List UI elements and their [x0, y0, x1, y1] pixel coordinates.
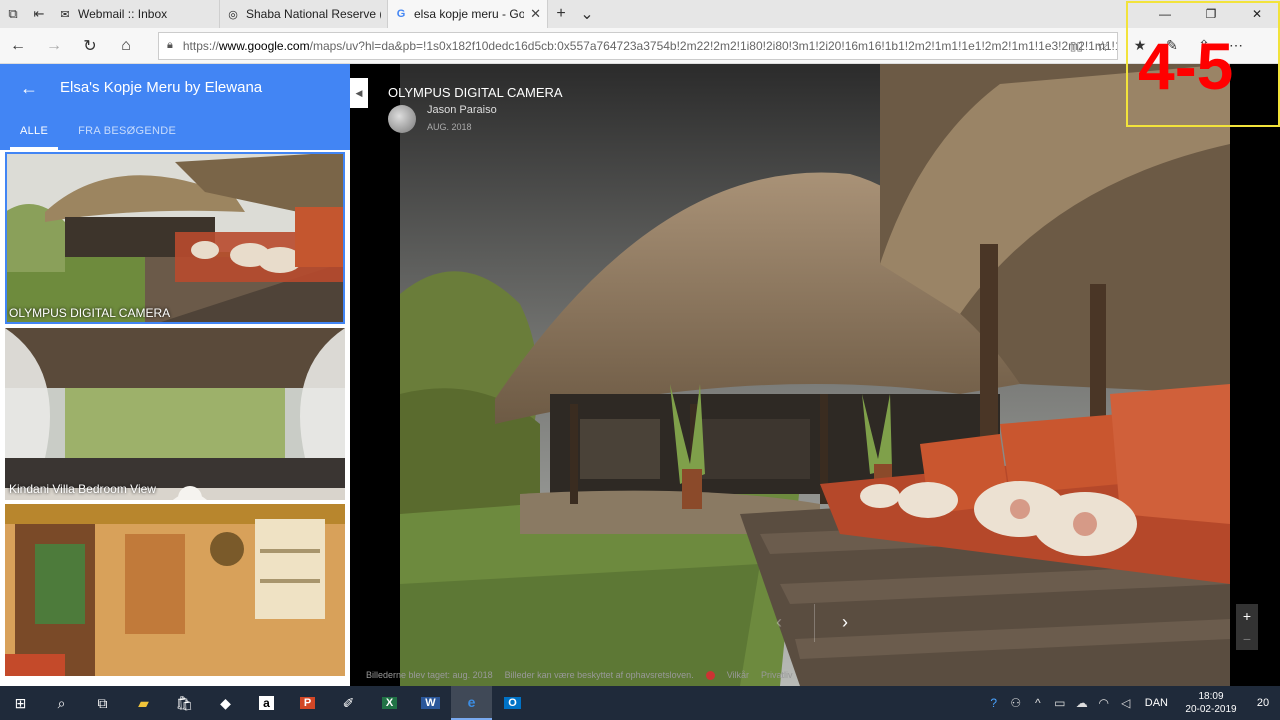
tab-from-visitors[interactable]: FRA BESØGENDE — [68, 116, 186, 150]
interior-photo-image — [5, 504, 345, 676]
browser-tab-shaba[interactable]: ◎ Shaba National Reserve (Sar — [220, 0, 388, 28]
url-scheme: https:// — [182, 38, 219, 53]
place-title: Elsa's Kopje Meru by Elewana — [60, 79, 263, 96]
battery-icon[interactable]: ▭ — [1049, 696, 1071, 710]
google-icon: G — [396, 8, 406, 20]
forward-icon[interactable]: → — [36, 28, 72, 64]
chevron-right-icon[interactable]: › — [842, 612, 848, 633]
photo-date: AUG. 2018 — [427, 122, 472, 132]
author-avatar[interactable] — [388, 105, 416, 133]
bedroom-photo-image — [5, 328, 345, 500]
url-host: www.google.com — [218, 38, 310, 53]
photo-author[interactable]: Jason Paraiso — [427, 104, 497, 116]
photo-taken-date: Billederne blev taget: aug. 2018 — [366, 670, 493, 680]
main-photo[interactable] — [400, 64, 1230, 686]
zoom-in-icon[interactable]: + — [1243, 608, 1251, 624]
tab-label: Shaba National Reserve (Sar — [246, 7, 381, 21]
annotation-box: 4-5 — [1126, 1, 1280, 127]
store-icon[interactable]: 🛍︎ — [164, 686, 205, 720]
url-path: /maps/uv?hl=da&pb=!1s0x182f10dedc16d5cb:… — [309, 38, 1118, 53]
photo-thumbnail[interactable] — [5, 504, 345, 676]
close-tab-icon[interactable]: ✕ — [530, 6, 541, 22]
sidebar-header: ← Elsa's Kopje Meru by Elewana ALLE FRA … — [0, 64, 350, 150]
tab-all[interactable]: ALLE — [10, 116, 59, 150]
search-icon[interactable]: ⌕ — [41, 686, 82, 720]
amazon-icon[interactable]: a — [246, 686, 287, 720]
back-arrow-icon[interactable]: ← — [20, 78, 38, 99]
chevron-up-icon[interactable]: ^ — [1027, 696, 1049, 710]
word-icon[interactable]: W — [410, 686, 451, 720]
google-dot-icon — [705, 670, 715, 680]
photos-sidebar: ← Elsa's Kopje Meru by Elewana ALLE FRA … — [0, 64, 350, 686]
tab-preview-icon[interactable]: ⧉ — [0, 0, 26, 28]
chevron-left-icon: ◀ — [355, 87, 363, 98]
input-language[interactable]: DAN — [1137, 697, 1176, 709]
zoom-control: + − — [1236, 604, 1258, 650]
annotation-label: 4-5 — [1138, 29, 1234, 103]
favorite-star-icon[interactable]: ☆ — [1096, 38, 1109, 55]
photo-thumbnail[interactable]: OLYMPUS DIGITAL CAMERA — [5, 152, 345, 324]
copyright-notice: Billeder kan være beskyttet af ophavsret… — [504, 670, 694, 680]
file-explorer-icon[interactable]: ▰ — [123, 686, 164, 720]
notification-count: 20 — [1256, 697, 1270, 709]
tabs-aside-icon[interactable]: ⇤ — [26, 0, 52, 28]
zoom-out-icon[interactable]: − — [1243, 631, 1251, 647]
browser-tab-google-maps[interactable]: G elsa kopje meru - Goog ✕ — [388, 0, 548, 28]
photo-thumbnail[interactable]: Kindani Villa Bedroom View — [5, 328, 345, 500]
tab-label: elsa kopje meru - Goog — [414, 7, 525, 21]
powerpoint-icon[interactable]: P — [287, 686, 328, 720]
lock-icon: 🔒︎ — [167, 39, 173, 51]
photo-thumbnail-list: OLYMPUS DIGITAL CAMERA Kindani Villa Bed… — [5, 152, 345, 680]
tab-label: Webmail :: Inbox — [78, 7, 168, 21]
terms-link[interactable]: Vilkår — [727, 670, 749, 680]
photo-filter-tabs: ALLE FRA BESØGENDE — [0, 116, 186, 150]
reading-view-icon[interactable]: ▯▯ — [1070, 39, 1083, 53]
chevron-down-icon[interactable]: ⌄ — [574, 0, 600, 28]
notification-center-icon[interactable]: 20 — [1246, 697, 1280, 709]
task-view-icon[interactable]: ⧉ — [82, 686, 123, 720]
outlook-icon[interactable]: O — [492, 686, 533, 720]
browser-tab-bar: ⧉ ⇤ ✉ Webmail :: Inbox ◎ Shaba National … — [0, 0, 1280, 28]
clock-time: 18:09 — [1198, 691, 1224, 702]
clock[interactable]: 18:09 20-02-2019 — [1176, 690, 1246, 716]
windows-taskbar: ⊞ ⌕ ⧉ ▰ 🛍︎ ◆ a P ✐ X W e O ? ⚇ ^ ▭ ☁ ◠ ◁… — [0, 686, 1280, 720]
url-input[interactable]: 🔒︎ https://www.google.com/maps/uv?hl=da&… — [158, 31, 1118, 60]
paint-icon[interactable]: ✐ — [328, 686, 369, 720]
tripadvisor-icon: ◎ — [228, 8, 238, 21]
cloud-icon[interactable]: ☁ — [1071, 696, 1093, 710]
address-bar: ← → ↻ ⌂ 🔒︎ https://www.google.com/maps/u… — [0, 28, 1280, 64]
wifi-icon[interactable]: ◠ — [1093, 696, 1115, 710]
volume-icon[interactable]: ◁ — [1115, 696, 1137, 710]
privacy-link[interactable]: Privatliv — [761, 670, 793, 680]
browser-tab-webmail[interactable]: ✉ Webmail :: Inbox — [52, 0, 220, 28]
new-tab-icon[interactable]: + — [548, 0, 574, 28]
home-icon[interactable]: ⌂ — [108, 28, 144, 64]
dropbox-icon[interactable]: ◆ — [205, 686, 246, 720]
help-icon[interactable]: ? — [983, 696, 1005, 710]
collapse-panel-button[interactable]: ◀ — [350, 78, 368, 108]
excel-icon[interactable]: X — [369, 686, 410, 720]
back-icon[interactable]: ← — [0, 28, 36, 64]
lodge-main-image — [400, 64, 1230, 686]
clock-date: 20-02-2019 — [1185, 704, 1237, 715]
chevron-left-icon[interactable]: ‹ — [776, 612, 782, 633]
system-tray: ? ⚇ ^ ▭ ☁ ◠ ◁ DAN 18:09 20-02-2019 20 — [983, 686, 1280, 720]
photo-footer: Billederne blev taget: aug. 2018 Billede… — [366, 670, 793, 680]
people-icon[interactable]: ⚇ — [1005, 696, 1027, 710]
edge-icon[interactable]: e — [451, 686, 492, 720]
mail-icon: ✉ — [60, 8, 70, 21]
photo-title: OLYMPUS DIGITAL CAMERA — [388, 85, 563, 100]
photo-viewer: OLYMPUS DIGITAL CAMERA Jason Paraiso AUG… — [350, 64, 1280, 686]
refresh-icon[interactable]: ↻ — [72, 28, 108, 64]
photo-caption: OLYMPUS DIGITAL CAMERA — [9, 306, 171, 320]
lodge-photo-image — [5, 152, 345, 324]
windows-start-icon[interactable]: ⊞ — [0, 686, 41, 720]
nav-divider — [814, 604, 815, 642]
photo-caption: Kindani Villa Bedroom View — [9, 482, 156, 496]
